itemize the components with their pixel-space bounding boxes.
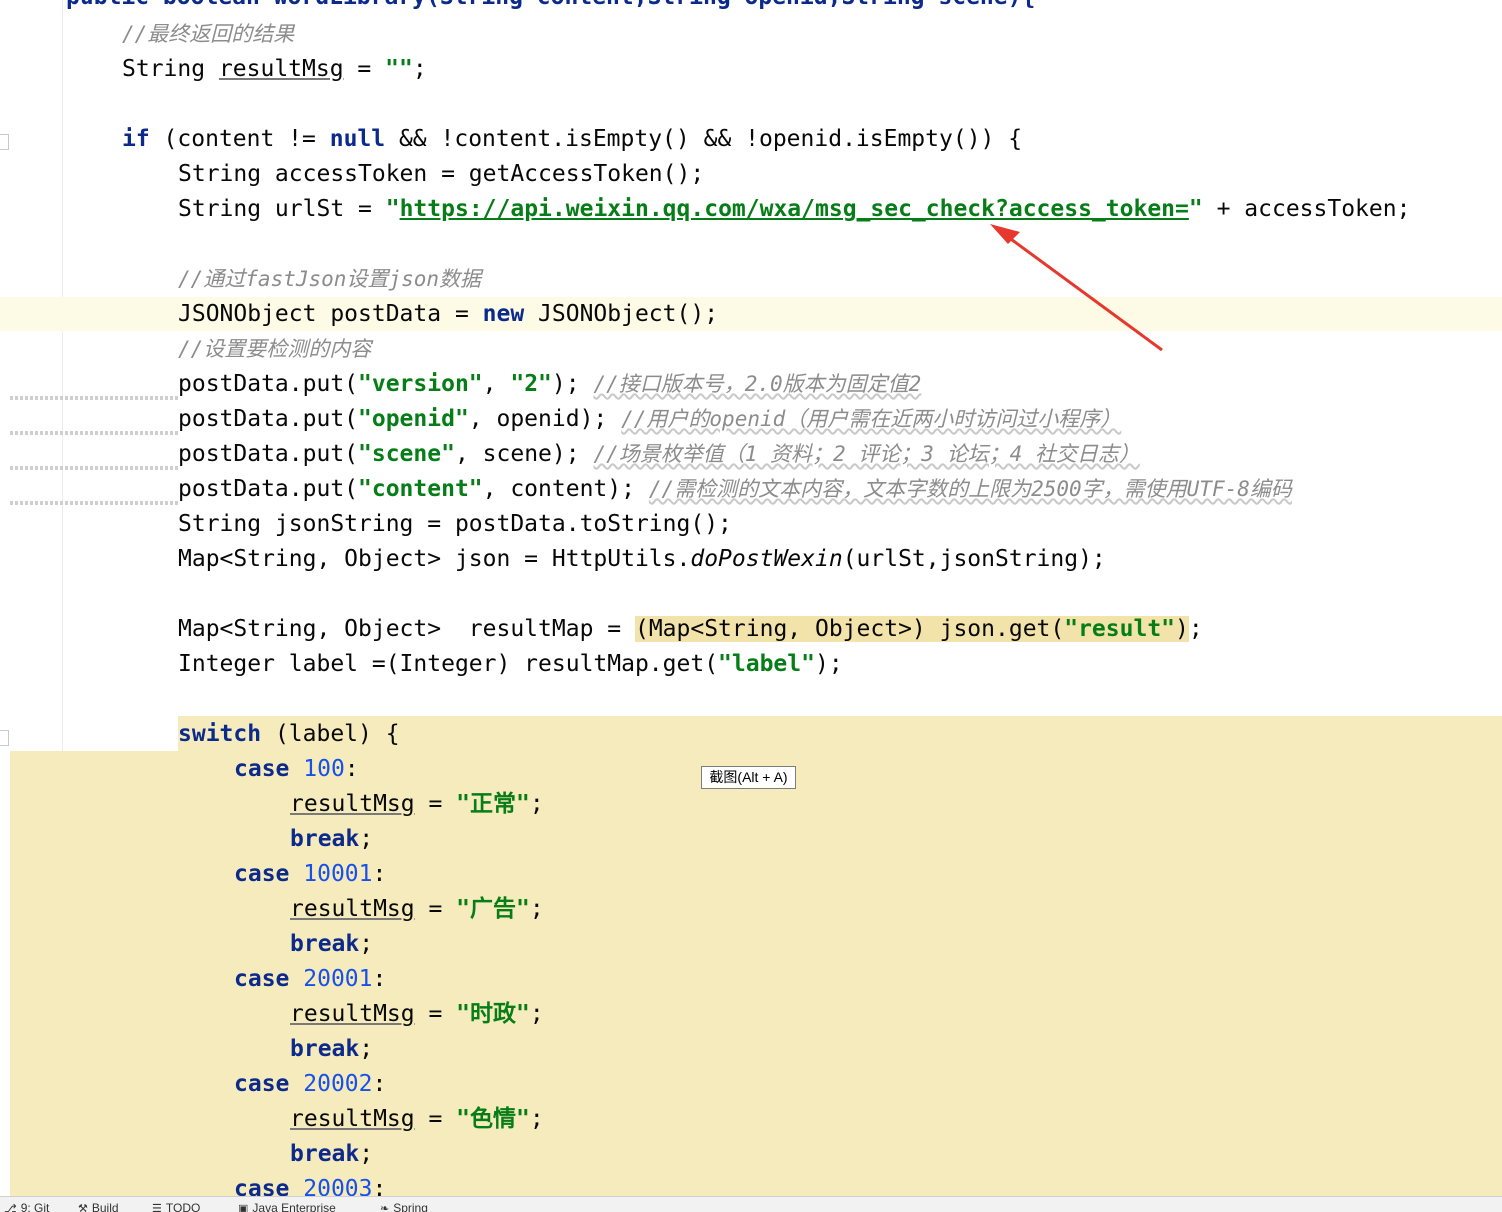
code-editor[interactable]: public boolean wordLibrary(String conten… — [0, 0, 1502, 1196]
screenshot-tooltip: 截图(Alt + A) — [701, 766, 796, 789]
tool-tab-git[interactable]: ⎇ 9: Git — [4, 1201, 49, 1212]
tool-tab-label: TODO — [165, 1201, 201, 1212]
annotation-arrow-icon — [990, 224, 1163, 352]
tool-tab-label: Java Enterprise — [252, 1201, 336, 1212]
tool-tab-label: Spring — [393, 1201, 428, 1212]
tool-tab-todo[interactable]: ☰ TODO — [152, 1201, 200, 1212]
bottom-tool-window-bar: ⎇ 9: Git ⚒ Build ☰ TODO ▣ Java Enterprise ❧ S… — [0, 1196, 1502, 1212]
tool-tab-label: Build — [91, 1201, 119, 1212]
tool-tab-label: 9: Git — [20, 1201, 50, 1212]
tool-tab-spring[interactable]: ❧ Spring — [380, 1201, 428, 1212]
tool-tab-build[interactable]: ⚒ Build — [78, 1201, 119, 1212]
tool-tab-java-enterprise[interactable]: ▣ Java Enterprise — [238, 1201, 336, 1212]
